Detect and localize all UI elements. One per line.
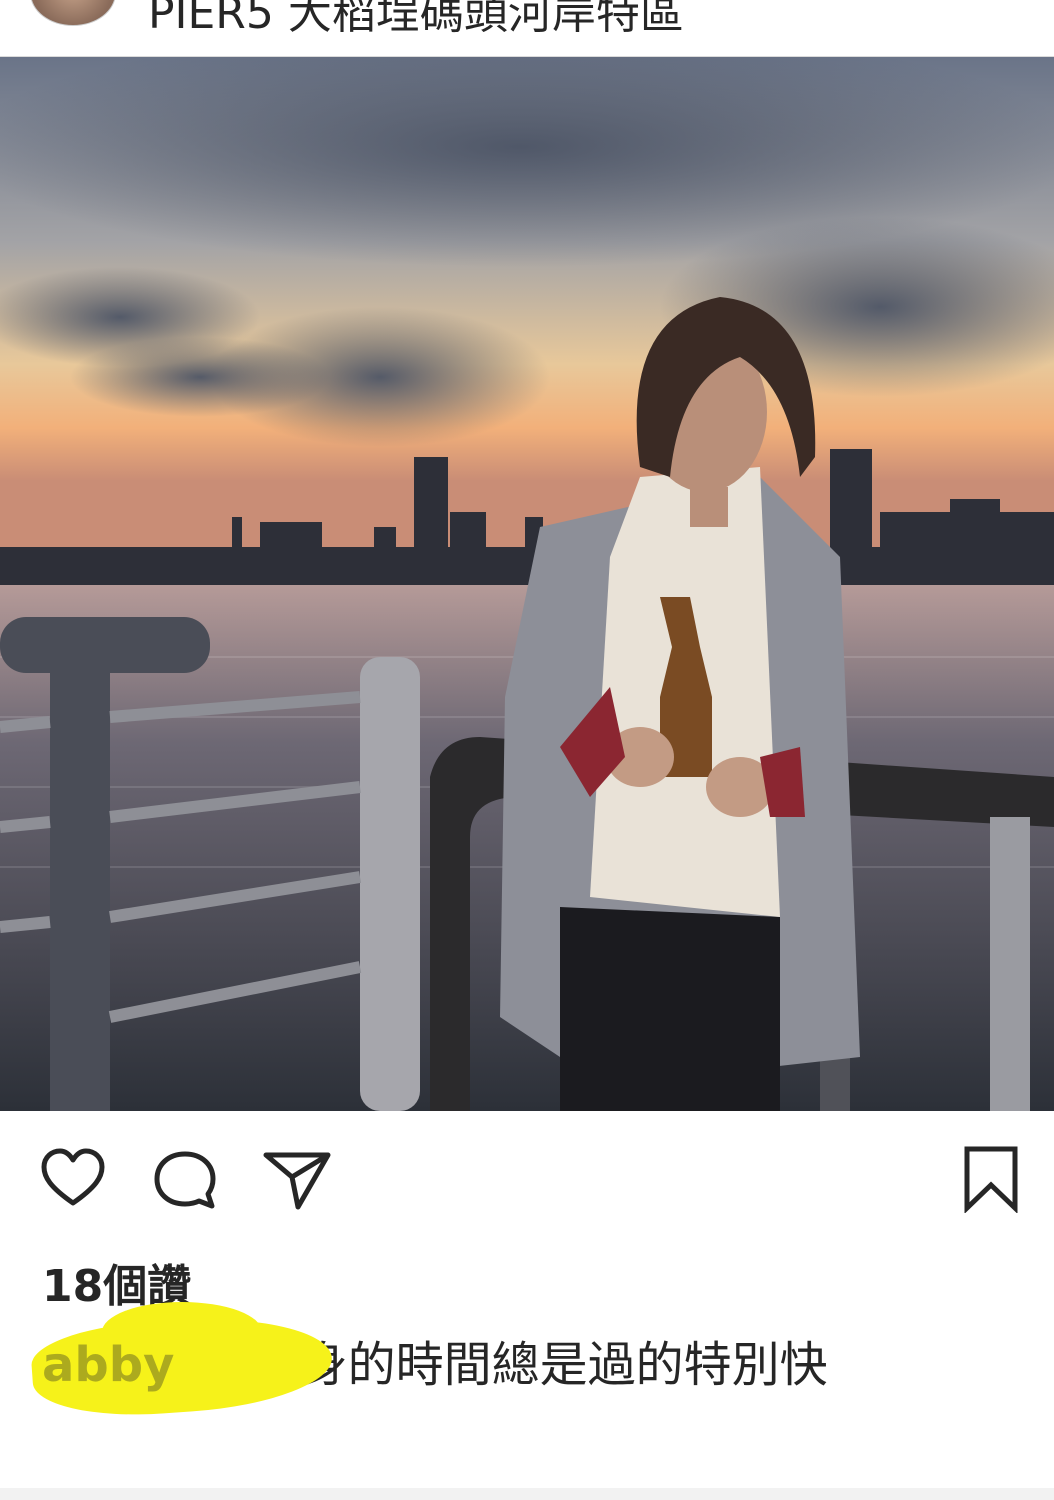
post-location[interactable]: PIER5 大稻埕碼頭河岸特區 <box>148 0 684 42</box>
post-caption: abby 偽單身的時間總是過的特別快 <box>29 1302 1012 1423</box>
post-header: PIER5 大稻埕碼頭河岸特區 <box>0 0 1054 57</box>
bookmark-icon <box>964 1146 1018 1214</box>
save-button[interactable] <box>962 1145 1020 1217</box>
like-button[interactable] <box>40 1147 106 1213</box>
action-bar <box>0 1111 1054 1241</box>
avatar[interactable] <box>30 0 116 26</box>
heart-icon <box>41 1148 105 1206</box>
bottom-divider <box>0 1488 1054 1500</box>
post-photo[interactable] <box>0 57 1054 1111</box>
send-icon <box>263 1152 331 1210</box>
share-button[interactable] <box>262 1149 332 1215</box>
photo-illustration <box>0 57 1054 1111</box>
comment-icon <box>154 1151 216 1209</box>
comment-button[interactable] <box>152 1149 218 1215</box>
caption-username[interactable]: abby <box>29 1302 335 1423</box>
